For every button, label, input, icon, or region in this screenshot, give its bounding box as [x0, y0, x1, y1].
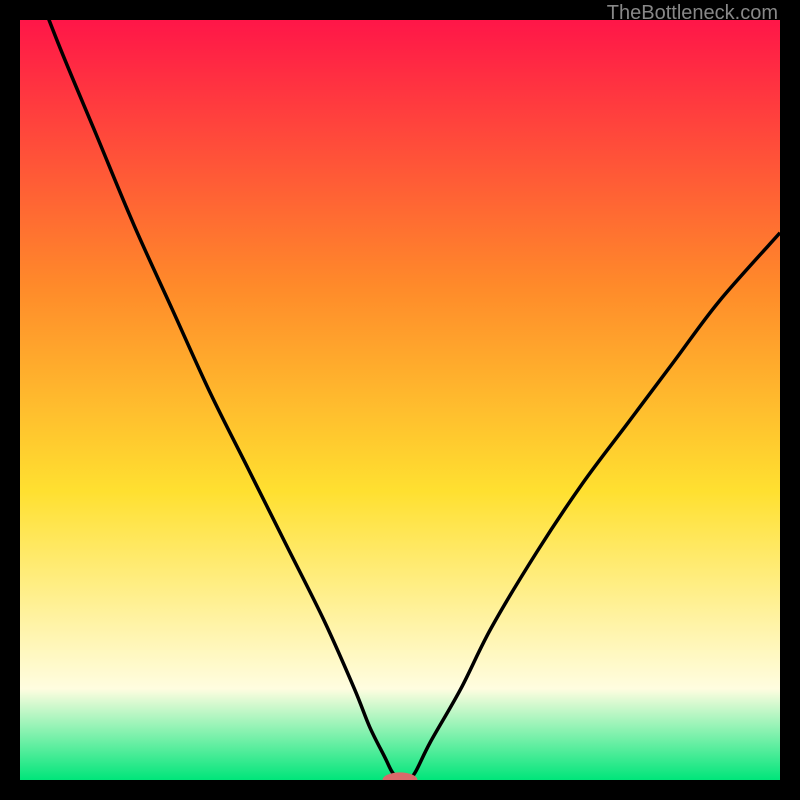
plot-area: [20, 20, 780, 780]
watermark-text: TheBottleneck.com: [607, 2, 778, 25]
curve-line: [20, 20, 780, 780]
minimum-marker: [383, 772, 418, 780]
bottleneck-curve: [20, 20, 780, 780]
chart-container: TheBottleneck.com: [0, 0, 800, 800]
